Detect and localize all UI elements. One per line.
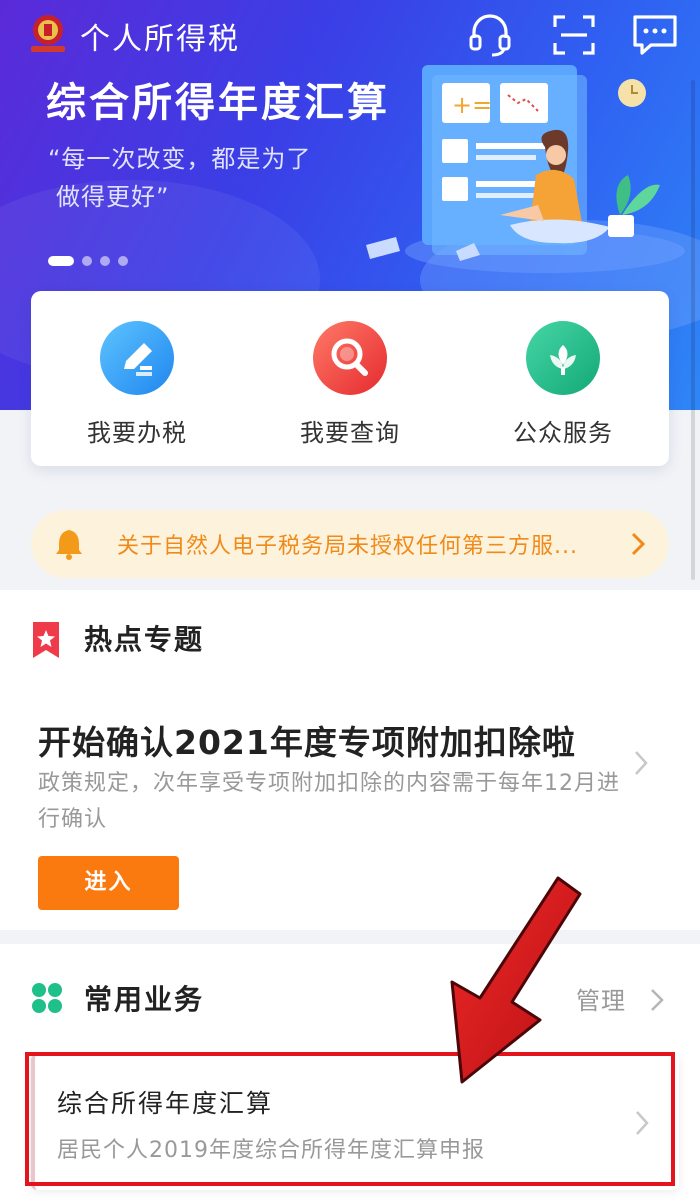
bookmark-star-icon xyxy=(33,622,59,658)
quick-action-label: 公众服务 xyxy=(513,419,613,447)
section-title: 热点专题 xyxy=(84,623,205,656)
notice-text: 关于自然人电子税务局未授权任何第三方服... xyxy=(117,534,578,559)
clover-grid-icon xyxy=(32,983,62,1013)
banner-quote-line: “每一次改变，都是为了 xyxy=(48,145,312,173)
quick-action-tax[interactable]: 我要办税 xyxy=(57,321,217,448)
hot-topics-section: 热点专题 开始确认2021年度专项附加扣除啦 政策规定，次年享受专项附加扣除的内… xyxy=(0,590,700,930)
chevron-right-icon[interactable] xyxy=(634,750,648,776)
carousel-dot xyxy=(118,256,128,266)
quick-action-label: 我要办税 xyxy=(87,419,187,447)
quick-action-circle xyxy=(100,321,174,395)
quick-actions-card: 我要办税 我要查询 公众服务 xyxy=(31,291,669,466)
enter-button[interactable]: 进入 xyxy=(38,856,179,910)
section-title: 常用业务 xyxy=(84,983,205,1016)
headset-icon[interactable] xyxy=(466,12,514,58)
bell-icon xyxy=(56,530,82,560)
red-arrow-annotation xyxy=(450,876,582,1084)
quick-action-label: 我要查询 xyxy=(300,419,400,447)
pen-icon xyxy=(124,343,152,376)
message-icon[interactable] xyxy=(631,12,679,58)
flower-icon xyxy=(550,345,576,375)
carousel-dot xyxy=(100,256,110,266)
banner-quote: “每一次改变，都是为了 做得更好” xyxy=(48,140,311,216)
chevron-right-icon[interactable] xyxy=(650,988,664,1012)
quick-action-query[interactable]: 我要查询 xyxy=(270,321,430,448)
scan-icon[interactable] xyxy=(550,12,598,58)
banner-quote-line: 做得更好” xyxy=(56,183,170,211)
notice-bar[interactable]: 关于自然人电子税务局未授权任何第三方服... xyxy=(31,510,669,578)
chevron-right-icon xyxy=(631,532,645,556)
topic-title[interactable]: 开始确认2021年度专项附加扣除啦 xyxy=(38,716,576,764)
quick-action-circle xyxy=(526,321,600,395)
carousel-dot xyxy=(48,256,74,266)
quick-action-circle xyxy=(313,321,387,395)
scrollbar[interactable] xyxy=(691,80,695,580)
carousel-dot xyxy=(82,256,92,266)
app-title: 个人所得税 xyxy=(80,22,240,57)
carousel-indicator xyxy=(48,256,136,266)
search-icon xyxy=(331,338,368,376)
banner-headline: 综合所得年度汇算 xyxy=(46,80,390,126)
tax-emblem-icon xyxy=(31,15,65,52)
topic-description: 政策规定，次年享受专项附加扣除的内容需于每年12月进行确认 xyxy=(38,771,620,832)
banner-illustration: += xyxy=(366,65,685,273)
quick-action-public-service[interactable]: 公众服务 xyxy=(483,321,643,448)
svg-text:+=: += xyxy=(452,91,492,119)
